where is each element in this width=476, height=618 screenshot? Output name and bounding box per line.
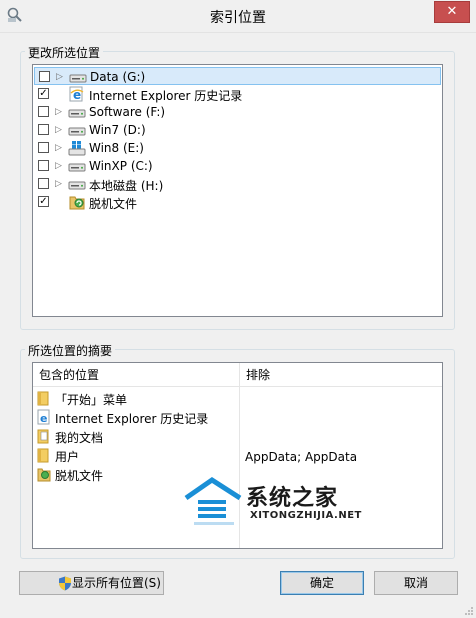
expand-arrow-icon[interactable]: ▷ [56, 70, 66, 82]
tree-item-label: Software (F:) [89, 105, 166, 119]
drive-icon [69, 74, 87, 83]
tree-item-software-f[interactable]: ▷ Software (F:) [34, 103, 441, 121]
tree-item-label: Internet Explorer 历史记录 [89, 89, 243, 103]
house-logo-icon [184, 476, 242, 525]
summary-row-label: 脱机文件 [55, 469, 104, 483]
locations-group-label: 更改所选位置 [25, 44, 104, 61]
tree-item-data-g[interactable]: ▷ Data (G:) [34, 67, 441, 85]
expand-arrow-icon[interactable]: ▷ [55, 105, 65, 117]
expand-arrow-icon[interactable]: ▷ [55, 177, 65, 189]
column-header-included[interactable]: 包含的位置 [33, 363, 239, 387]
windows-drive-icon [68, 141, 86, 156]
checkbox[interactable] [38, 124, 49, 135]
checkbox[interactable] [38, 178, 49, 189]
offline-files-icon [37, 468, 51, 482]
expand-arrow-icon[interactable]: ▷ [55, 159, 65, 171]
drive-icon [68, 181, 86, 190]
tree-item-win8-e[interactable]: ▷ Win8 (E:) [34, 139, 441, 157]
excluded-value: AppData; AppData [245, 450, 358, 464]
cancel-button[interactable]: 取消 [374, 571, 458, 595]
drive-icon [68, 109, 86, 118]
ie-icon: e [69, 86, 84, 102]
checkbox[interactable]: ✓ [38, 196, 49, 207]
svg-text:e: e [40, 412, 47, 425]
show-all-locations-button[interactable]: 显示所有位置(S) [19, 571, 164, 595]
uac-shield-icon [59, 576, 71, 591]
checkbox[interactable]: ✓ [38, 88, 49, 99]
tree-item-winxp-c[interactable]: ▷ WinXP (C:) [34, 157, 441, 175]
tree-item-local-disk-h[interactable]: ▷ 本地磁盘 (H:) [34, 175, 441, 193]
expand-arrow-icon[interactable]: ▷ [55, 141, 65, 153]
show-all-locations-label: 显示所有位置(S) [72, 576, 161, 590]
summary-row-label: 用户 [55, 450, 80, 464]
tree-item-label: Data (G:) [90, 70, 146, 84]
summary-row-label: 「开始」菜单 [55, 393, 128, 407]
tree-item-win7-d[interactable]: ▷ Win7 (D:) [34, 121, 441, 139]
title-bar: 索引位置 ✕ [0, 0, 476, 33]
expand-arrow-icon[interactable]: ▷ [55, 123, 65, 135]
summary-row-label: Internet Explorer 历史记录 [55, 412, 209, 426]
column-header-excluded[interactable]: 排除 [240, 363, 442, 387]
close-button[interactable]: ✕ [434, 1, 470, 23]
summary-row-my-documents: 我的文档 [37, 427, 237, 446]
tree-item-label: Win7 (D:) [89, 123, 146, 137]
checkbox[interactable] [38, 142, 49, 153]
ie-icon: e [37, 409, 50, 425]
summary-row-label: 我的文档 [55, 431, 104, 445]
watermark-text: 系统之家 [246, 486, 339, 511]
watermark-subtext: XITONGZHIJIA.NET [250, 510, 362, 521]
tree-item-offline-files[interactable]: ✓ 脱机文件 [34, 193, 441, 211]
tree-item-label: WinXP (C:) [89, 159, 153, 173]
drive-icon [68, 127, 86, 136]
offline-files-icon [69, 196, 85, 210]
checkbox[interactable] [38, 160, 49, 171]
ok-button[interactable]: 确定 [280, 571, 364, 595]
checkbox[interactable] [39, 71, 50, 82]
tree-item-label: 本地磁盘 (H:) [89, 179, 164, 193]
folder-icon [37, 448, 49, 463]
tree-item-label: 脱机文件 [89, 197, 138, 211]
summary-row-ie-history: e Internet Explorer 历史记录 [37, 408, 237, 427]
drive-icon [68, 163, 86, 172]
tree-item-ie-history[interactable]: ✓ e Internet Explorer 历史记录 [34, 85, 441, 103]
resize-grip-icon[interactable] [464, 606, 474, 616]
window-title: 索引位置 [210, 10, 266, 26]
tree-item-label: Win8 (E:) [89, 141, 144, 155]
summary-group-label: 所选位置的摘要 [25, 342, 116, 359]
watermark-logo: 系统之家 XITONGZHIJIA.NET [180, 476, 390, 536]
locations-tree[interactable]: ▷ Data (G:) ✓ e Internet Explorer 历史记录 ▷… [32, 64, 443, 317]
summary-row-start-menu: 「开始」菜单 [37, 389, 237, 408]
checkbox[interactable] [38, 106, 49, 117]
folder-icon [37, 391, 49, 406]
documents-folder-icon [37, 429, 49, 444]
summary-row-users: 用户 [37, 446, 237, 465]
